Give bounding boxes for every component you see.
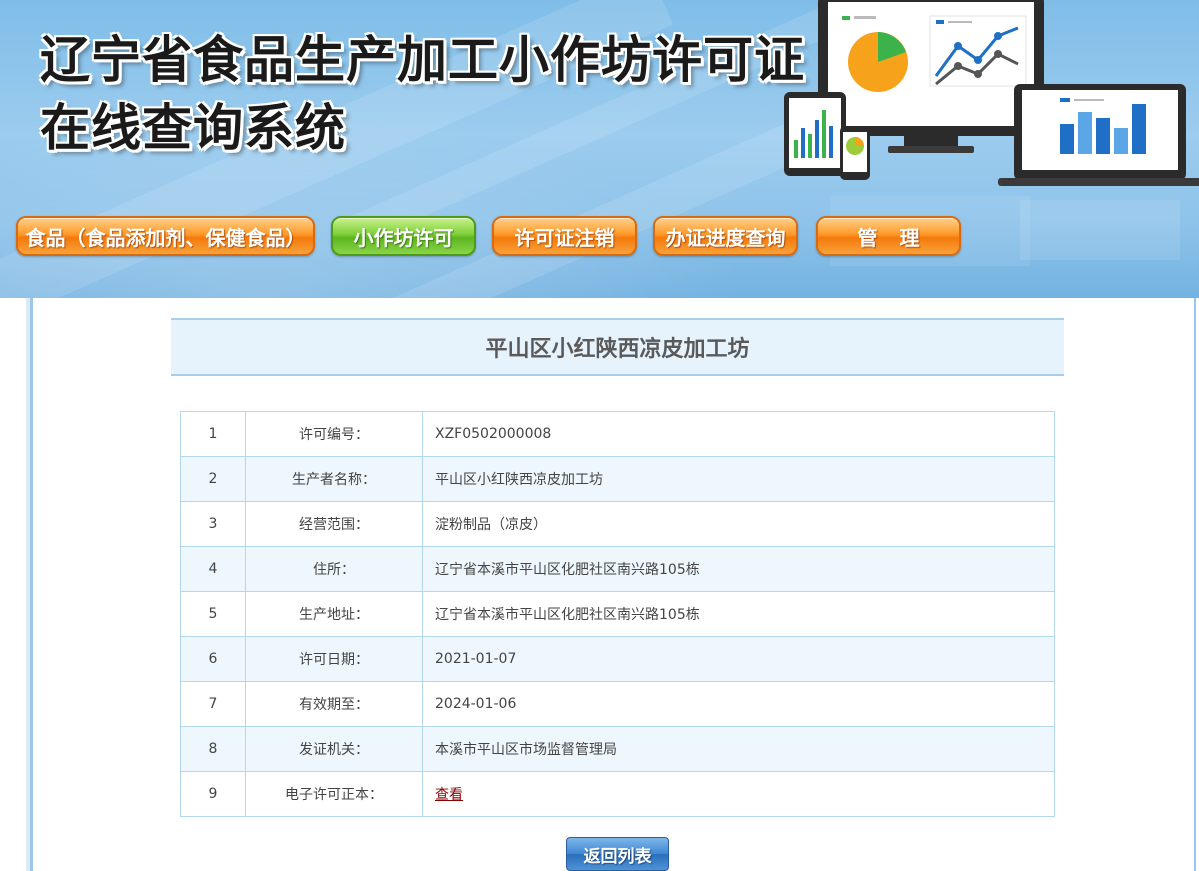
nav-license-cancel[interactable]: 许可证注销 — [492, 216, 637, 256]
table-row: 9 电子许可正本： 查看 — [180, 771, 1055, 817]
row-index: 5 — [180, 591, 246, 637]
row-value: 淀粉制品（凉皮） — [422, 501, 1055, 547]
row-value: XZF0502000008 — [422, 411, 1055, 457]
row-index: 9 — [180, 771, 246, 817]
nav-progress-query[interactable]: 办证进度查询 — [653, 216, 798, 256]
row-label: 许可日期： — [245, 636, 423, 682]
row-label: 住所： — [245, 546, 423, 592]
page-title: 平山区小红陕西凉皮加工坊 — [171, 318, 1064, 376]
site-title-line1: 辽宁省食品生产加工小作坊许可证 — [40, 31, 805, 89]
row-index: 3 — [180, 501, 246, 547]
row-value: 2024-01-06 — [422, 681, 1055, 727]
row-label: 电子许可正本： — [245, 771, 423, 817]
row-index: 7 — [180, 681, 246, 727]
view-license-link[interactable]: 查看 — [435, 787, 463, 803]
row-index: 2 — [180, 456, 246, 502]
nav-workshop-license[interactable]: 小作坊许可 — [331, 216, 476, 256]
row-label: 发证机关： — [245, 726, 423, 772]
table-row: 7 有效期至： 2024-01-06 — [180, 681, 1055, 727]
table-row: 8 发证机关： 本溪市平山区市场监督管理局 — [180, 726, 1055, 772]
row-label: 经营范围： — [245, 501, 423, 547]
row-value: 辽宁省本溪市平山区化肥社区南兴路105栋 — [422, 546, 1055, 592]
table-row: 1 许可编号： XZF0502000008 — [180, 411, 1055, 457]
row-index: 8 — [180, 726, 246, 772]
row-label: 有效期至： — [245, 681, 423, 727]
content-panel: 平山区小红陕西凉皮加工坊 1 许可编号： XZF0502000008 2 生产者… — [30, 298, 1196, 871]
row-label: 许可编号： — [245, 411, 423, 457]
table-row: 5 生产地址： 辽宁省本溪市平山区化肥社区南兴路105栋 — [180, 591, 1055, 637]
table-row: 6 许可日期： 2021-01-07 — [180, 636, 1055, 682]
license-info-table: 1 许可编号： XZF0502000008 2 生产者名称： 平山区小红陕西凉皮… — [180, 411, 1055, 817]
row-label: 生产地址： — [245, 591, 423, 637]
back-to-list-button[interactable]: 返回列表 — [566, 837, 669, 871]
table-row: 4 住所： 辽宁省本溪市平山区化肥社区南兴路105栋 — [180, 546, 1055, 592]
row-value: 平山区小红陕西凉皮加工坊 — [422, 456, 1055, 502]
row-label: 生产者名称： — [245, 456, 423, 502]
row-value: 2021-01-07 — [422, 636, 1055, 682]
row-index: 4 — [180, 546, 246, 592]
row-index: 1 — [180, 411, 246, 457]
table-row: 2 生产者名称： 平山区小红陕西凉皮加工坊 — [180, 456, 1055, 502]
site-title-line2: 在线查询系统 — [40, 99, 346, 157]
table-row: 3 经营范围： 淀粉制品（凉皮） — [180, 501, 1055, 547]
row-value: 辽宁省本溪市平山区化肥社区南兴路105栋 — [422, 591, 1055, 637]
nav-management[interactable]: 管理 — [816, 216, 961, 256]
main-nav: 食品（食品添加剂、保健食品） 小作坊许可 许可证注销 办证进度查询 管理 — [0, 216, 1199, 256]
row-value: 查看 — [422, 771, 1055, 817]
header-banner: 辽宁省食品生产加工小作坊许可证 在线查询系统 食品（食品添加剂、保健食品） 小作… — [0, 0, 1199, 298]
row-value: 本溪市平山区市场监督管理局 — [422, 726, 1055, 772]
nav-food[interactable]: 食品（食品添加剂、保健食品） — [16, 216, 315, 256]
row-index: 6 — [180, 636, 246, 682]
